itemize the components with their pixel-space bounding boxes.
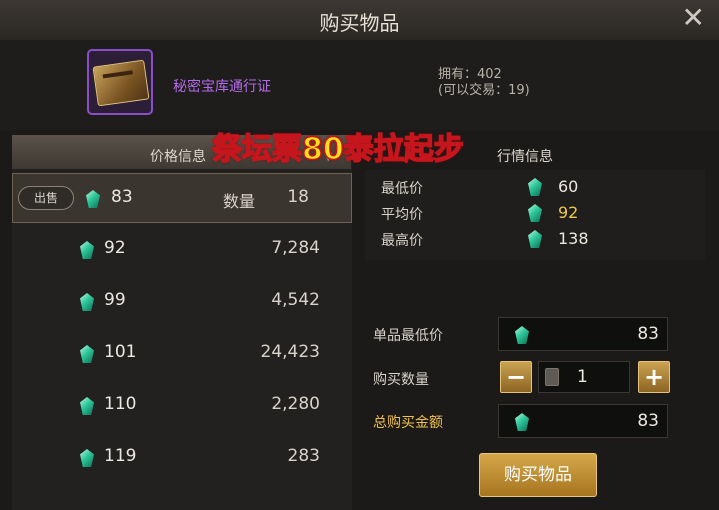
gem-icon [515, 326, 529, 344]
stat-avg-label: 平均价 [381, 207, 423, 223]
stat-min-label: 最低价 [381, 181, 423, 197]
listing-qty: 283 [287, 446, 320, 466]
listing-price: 83 [111, 187, 133, 207]
listing-price: 99 [104, 290, 126, 310]
gem-icon [86, 190, 100, 208]
total-label: 总购买金额 [373, 415, 443, 431]
listing-qty: 4,542 [271, 290, 320, 310]
listing-price: 92 [104, 238, 126, 258]
quantity-input[interactable]: 1 [538, 361, 630, 393]
listing-row[interactable]: 出售 83 数量 18 [12, 173, 352, 223]
increase-button[interactable]: + [638, 361, 670, 393]
listing-qty: 24,423 [260, 342, 320, 362]
listing-row[interactable]: 101 24,423 [12, 329, 352, 379]
listing-price: 101 [104, 342, 137, 362]
buy-button[interactable]: 购买物品 [479, 453, 597, 497]
tradable-text: (可以交易：19) [438, 83, 530, 98]
min-price-value: 83 [637, 324, 659, 344]
gem-icon [80, 397, 94, 415]
listing-qty: 7,284 [271, 238, 320, 258]
gem-icon [80, 345, 94, 363]
promo-overlay-text: 祭坛票80泰拉起步 [211, 131, 464, 168]
listing-qty: 18 [287, 187, 309, 207]
listing-price: 119 [104, 446, 137, 466]
listing-row[interactable]: 99 4,542 [12, 277, 352, 327]
listing-price: 110 [104, 394, 137, 414]
quantity-value: 1 [577, 367, 588, 387]
tab-price-info-label: 价格信息 [150, 149, 206, 165]
gem-icon [80, 241, 94, 259]
owned-text: 拥有：402 [438, 67, 502, 82]
gem-icon [515, 413, 529, 431]
stat-max-value: 138 [558, 229, 589, 248]
listing-qty: 2,280 [271, 394, 320, 414]
sell-badge[interactable]: 出售 [18, 186, 74, 210]
owned-count: 拥有：402 (可以交易：19) [438, 67, 530, 99]
listing-row[interactable]: 110 2,280 [12, 381, 352, 431]
stat-avg-value: 92 [558, 203, 579, 222]
ticket-icon [92, 59, 150, 107]
item-icon [87, 49, 153, 115]
gem-icon [80, 449, 94, 467]
listing-row[interactable]: 119 283 [12, 433, 352, 483]
decrease-button[interactable]: − [500, 361, 532, 393]
gem-icon [80, 293, 94, 311]
total-field: 83 [498, 404, 668, 438]
window-title: 购买物品 [319, 11, 400, 35]
stat-min-value: 60 [558, 177, 579, 196]
calculator-icon[interactable] [545, 368, 559, 386]
qty-field-label: 购买数量 [373, 372, 429, 388]
min-price-field: 83 [498, 317, 668, 351]
tab-market-info-label: 行情信息 [497, 149, 553, 165]
item-name: 秘密宝库通行证 [173, 79, 271, 95]
title-bar: 购买物品 ✕ [0, 0, 719, 41]
min-price-label: 单品最低价 [373, 328, 443, 344]
stat-max-label: 最高价 [381, 233, 423, 249]
close-icon[interactable]: ✕ [682, 4, 705, 32]
listing-row[interactable]: 92 7,284 [12, 225, 352, 275]
total-value: 83 [637, 411, 659, 431]
